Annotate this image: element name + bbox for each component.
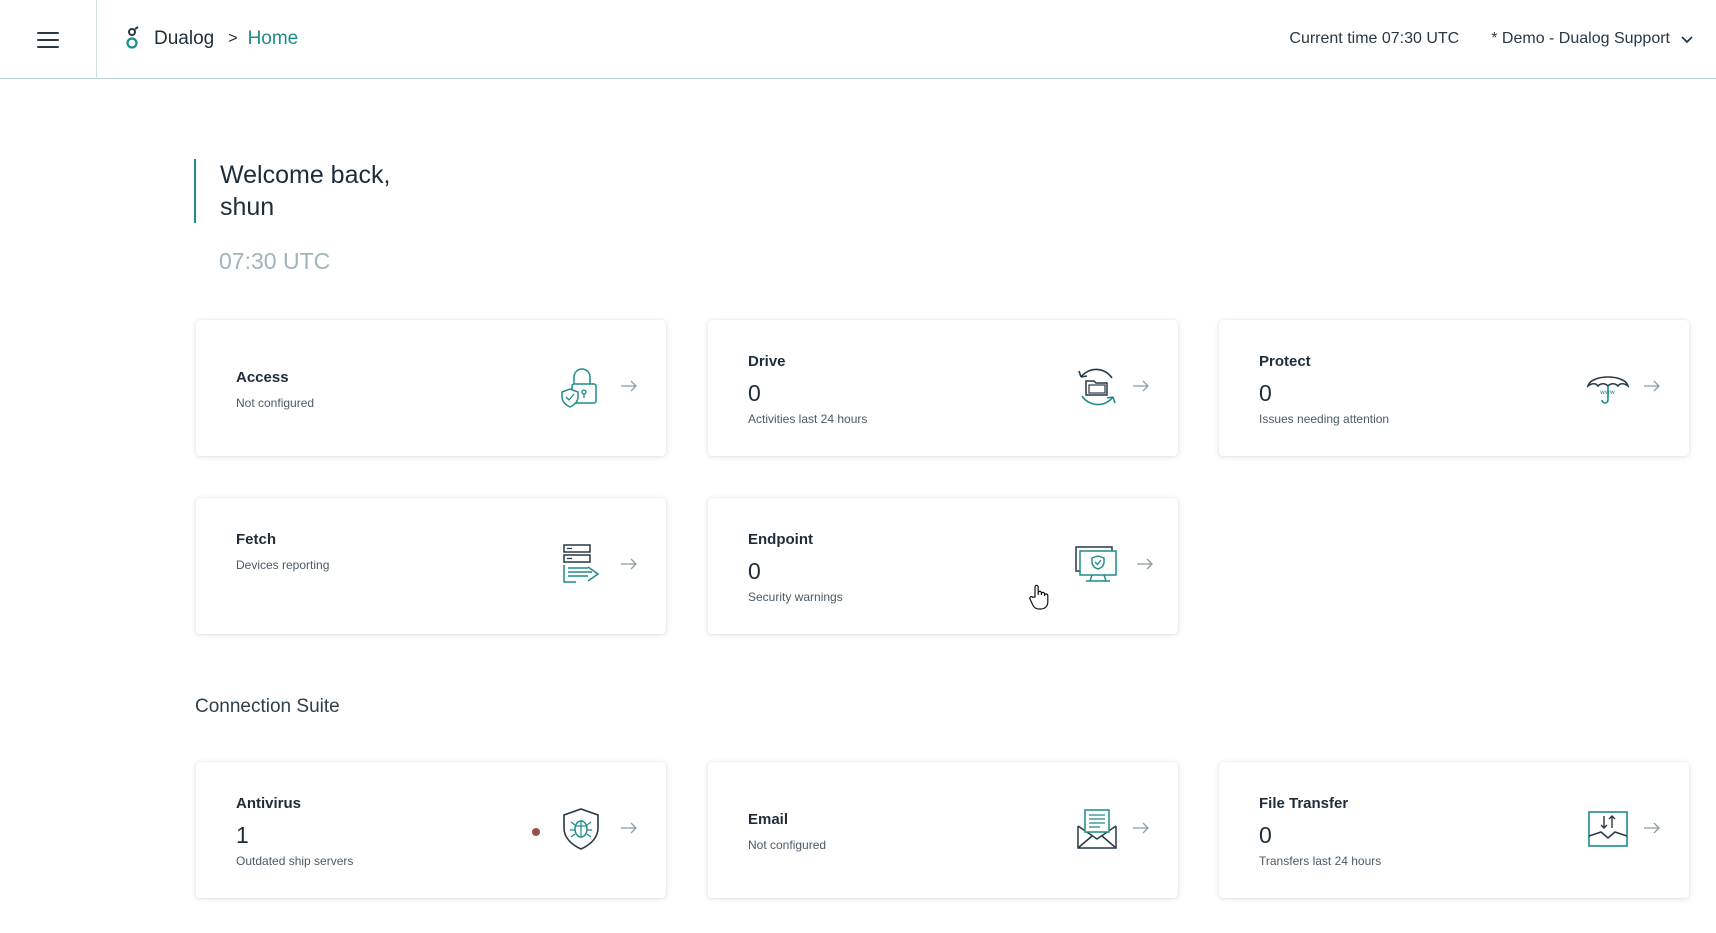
- arrow-right-icon: [1644, 822, 1660, 834]
- card-title: Fetch: [236, 531, 277, 548]
- card-subtitle: Devices reporting: [236, 558, 330, 572]
- folder-sync-icon: [1078, 368, 1116, 406]
- card-title: Email: [748, 811, 789, 828]
- welcome-heading: Welcome back, shun: [194, 159, 390, 223]
- arrow-right-icon: [1133, 380, 1149, 392]
- brand-link[interactable]: Dualog: [154, 28, 214, 50]
- alert-dot: [532, 828, 540, 836]
- section-title: Connection Suite: [195, 696, 340, 717]
- top-bar: Dualog > Home Current time 07:30 UTC * D…: [0, 0, 1716, 79]
- welcome-clock: 07:30 UTC: [219, 248, 331, 274]
- arrow-right-icon: [1137, 558, 1153, 570]
- menu-button[interactable]: [0, 0, 97, 79]
- drive-card[interactable]: Drive 0 Activities last 24 hours: [708, 320, 1178, 456]
- access-card[interactable]: Access Not configured: [196, 320, 666, 456]
- bug-shield-icon: [563, 808, 599, 850]
- current-time: Current time 07:30 UTC: [1289, 30, 1460, 47]
- chevron-down-icon: [1681, 36, 1693, 44]
- inbox-transfer-icon: [1588, 811, 1628, 847]
- breadcrumb: Dualog > Home: [124, 26, 298, 52]
- arrow-right-icon: [621, 822, 637, 834]
- card-title: Drive: [748, 353, 786, 370]
- arrow-right-icon: [1133, 822, 1149, 834]
- card-subtitle: Outdated ship servers: [236, 854, 354, 868]
- card-value: 0: [748, 558, 761, 584]
- welcome-line: Welcome back,: [220, 161, 391, 189]
- card-title: Antivirus: [236, 795, 302, 812]
- card-subtitle: Activities last 24 hours: [748, 412, 868, 426]
- card-value: 0: [748, 380, 761, 406]
- card-title: Protect: [1259, 353, 1311, 370]
- breadcrumb-separator: >: [228, 30, 238, 47]
- username: shun: [220, 193, 275, 221]
- account-dropdown[interactable]: * Demo - Dualog Support: [1491, 30, 1694, 48]
- card-value: 1: [236, 822, 249, 848]
- server-transfer-icon: [563, 544, 600, 583]
- card-title: File Transfer: [1259, 795, 1349, 812]
- antivirus-card[interactable]: Antivirus 1 Outdated ship servers: [196, 762, 666, 898]
- card-value: 0: [1259, 822, 1272, 848]
- breadcrumb-current: Home: [247, 28, 299, 49]
- mail-document-icon: [1077, 809, 1117, 849]
- card-value: 0: [1259, 380, 1272, 406]
- card-subtitle: Transfers last 24 hours: [1259, 854, 1382, 868]
- card-title: Access: [236, 369, 289, 386]
- card-subtitle: Not configured: [748, 838, 827, 852]
- account-label: * Demo - Dualog Support: [1491, 30, 1670, 47]
- card-title: Endpoint: [748, 531, 813, 548]
- card-subtitle: Not configured: [236, 396, 315, 410]
- card-subtitle: Security warnings: [748, 590, 843, 604]
- lock-shield-icon: [561, 368, 597, 408]
- hand-cursor-icon: [1029, 584, 1049, 610]
- umbrella-icon: www: [1586, 376, 1630, 404]
- svg-text:www: www: [1600, 389, 1615, 396]
- arrow-right-icon: [621, 558, 637, 570]
- card-subtitle: Issues needing attention: [1259, 412, 1390, 426]
- fetch-card[interactable]: Fetch Devices reporting: [196, 498, 666, 634]
- arrow-right-icon: [1644, 380, 1660, 392]
- menu-icon: [37, 31, 59, 48]
- dualog-logo-icon: [126, 26, 139, 49]
- email-card[interactable]: Email Not configured: [708, 762, 1178, 898]
- endpoint-card[interactable]: Endpoint 0 Security warnings: [708, 498, 1178, 634]
- file-transfer-card[interactable]: File Transfer 0 Transfers last 24 hours: [1219, 762, 1689, 898]
- arrow-right-icon: [621, 380, 637, 392]
- monitor-shield-icon: [1075, 546, 1117, 582]
- protect-card[interactable]: Protect 0 Issues needing attention www: [1219, 320, 1689, 456]
